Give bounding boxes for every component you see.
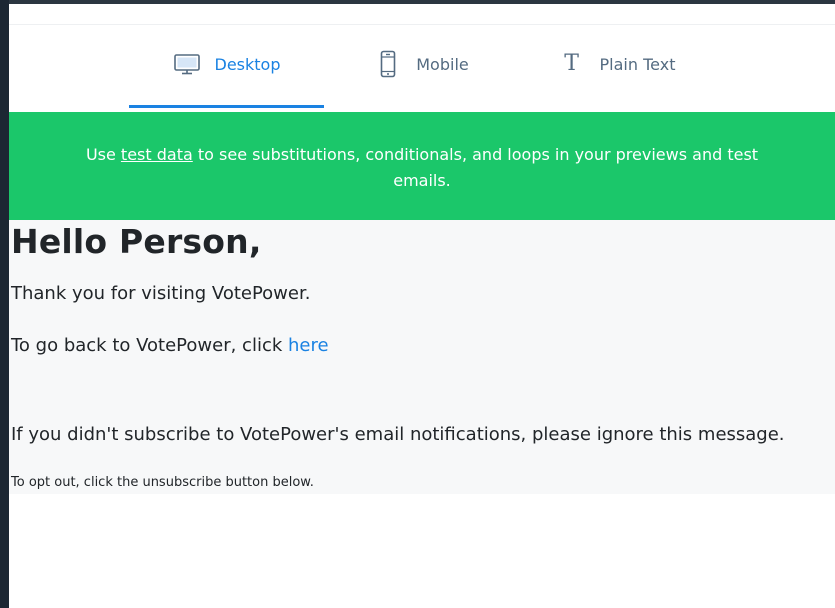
text-icon: T	[564, 51, 579, 76]
tab-mobile-label: Mobile	[416, 54, 469, 74]
back-text-label: To go back to VotePower, click	[11, 335, 288, 356]
monitor-icon	[173, 50, 201, 78]
phone-icon	[374, 50, 402, 78]
banner-prefix: Use	[85, 145, 121, 164]
tab-desktop-label: Desktop	[214, 54, 281, 74]
tab-plain-text[interactable]: T Plain Text	[519, 20, 714, 108]
tab-desktop[interactable]: Desktop	[129, 20, 324, 108]
opt-out-text: To opt out, click the unsubscribe button…	[11, 475, 314, 490]
tab-plain-text-label: Plain Text	[599, 54, 676, 74]
back-text: To go back to VotePower, click here	[11, 335, 329, 356]
banner-suffix: to see substitutions, conditionals, and …	[192, 145, 759, 190]
here-link[interactable]: here	[288, 335, 329, 356]
preview-tabs: Desktop Mobile T Plain Text	[129, 20, 714, 108]
email-preview: Hello Person, Thank you for visiting Vot…	[9, 220, 835, 494]
test-data-banner: Use test data to see substitutions, cond…	[9, 112, 835, 220]
left-rail	[0, 0, 9, 608]
email-greeting: Hello Person,	[11, 222, 262, 261]
tab-mobile[interactable]: Mobile	[324, 20, 519, 108]
test-data-link[interactable]: test data	[121, 145, 193, 164]
preview-window: Desktop Mobile T Plain Text Use test dat…	[0, 0, 835, 608]
ignore-text: If you didn't subscribe to VotePower's e…	[11, 424, 785, 445]
thanks-text: Thank you for visiting VotePower.	[11, 283, 311, 304]
